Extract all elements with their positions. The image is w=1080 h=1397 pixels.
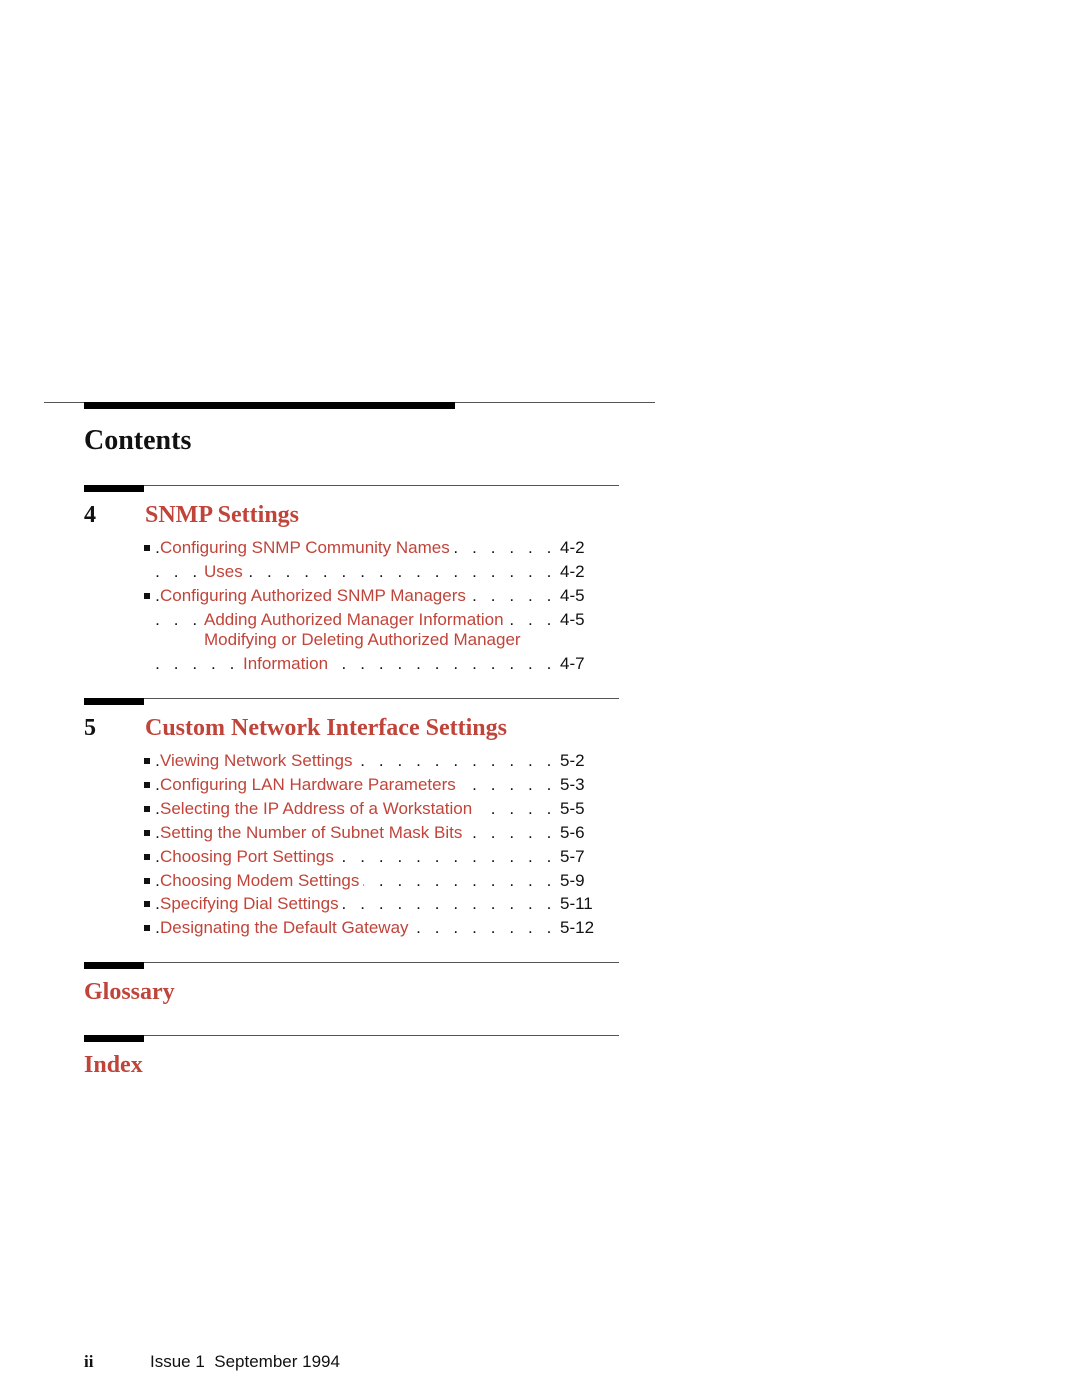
toc-entry-page: 5-2 [560, 751, 585, 770]
toc-entry-page: 4-7 [560, 654, 585, 673]
toc-entry[interactable]: . . . . . . . . . . . . . . . . . . . . … [144, 561, 590, 583]
footer-issue: Issue 1 September 1994 [150, 1352, 340, 1371]
toc-entry-label[interactable]: Uses [204, 561, 247, 583]
chapter-5-rule-bar [84, 698, 144, 705]
toc-entry[interactable]: . . . . . . . . . . . . . . . . . . . . … [144, 870, 590, 892]
toc-entry-page: 5-12 [560, 918, 595, 937]
index-title[interactable]: Index [84, 1052, 143, 1079]
toc-entry-label[interactable]: Setting the Number of Subnet Mask Bits [160, 822, 467, 844]
toc-entry-page: 5-6 [560, 823, 585, 842]
footer-page-number: ii [84, 1352, 94, 1371]
toc-entry-page: 4-5 [560, 610, 585, 629]
chapter-5-number: 5 [84, 715, 96, 741]
toc-entry-label[interactable]: Selecting the IP Address of a Workstatio… [160, 798, 477, 820]
toc-entry-page: 5-7 [560, 847, 585, 866]
toc-entry-label[interactable]: Choosing Port Settings [160, 846, 338, 868]
toc-entry-page: 5-11 [560, 894, 593, 913]
toc-entry-label[interactable]: Information [243, 653, 333, 675]
toc-entry[interactable]: . . . . . . . . . . . . . . . . . . . . … [144, 609, 590, 631]
chapter-4-rule-bar [84, 485, 144, 492]
toc-entry[interactable]: . . . . . . . . . . . . . . . . . . . . … [144, 585, 590, 607]
leader-dots: . . . . . . . . . . . . . . . . . . . . … [144, 654, 556, 673]
glossary-rule-bar [84, 962, 144, 969]
toc-entry[interactable]: . . . . . . . . . . . . . . . . . . . . … [144, 774, 590, 796]
toc-entry-label[interactable]: Configuring SNMP Community Names [160, 537, 454, 559]
toc-entry[interactable]: . . . . . . . . . . . . . . . . . . . . … [144, 750, 590, 772]
glossary-rule [84, 962, 619, 963]
toc-entry[interactable]: . . . . . . . . . . . . . . . . . . . . … [144, 917, 600, 939]
toc-entry-label[interactable]: Choosing Modem Settings [160, 870, 364, 892]
toc-entry-page: 4-5 [560, 586, 585, 605]
glossary-title[interactable]: Glossary [84, 979, 175, 1006]
toc-entry-label[interactable]: Adding Authorized Manager Information [204, 609, 508, 631]
toc-entry-page: 5-5 [560, 799, 585, 818]
toc-entry-label[interactable]: Viewing Network Settings [160, 750, 357, 772]
toc-entry-label[interactable]: Configuring LAN Hardware Parameters [160, 774, 460, 796]
toc-entry-page: 5-3 [560, 775, 585, 794]
toc-entry-page: 4-2 [560, 538, 585, 557]
page-title: Contents [84, 425, 192, 456]
chapter-4-rule [84, 485, 619, 486]
toc-entry[interactable]: . . . . . . . . . . . . . . . . . . . . … [144, 893, 598, 915]
chapter-5-title[interactable]: Custom Network Interface Settings [145, 715, 507, 742]
chapter-5-rule [84, 698, 619, 699]
toc-entry-page: 5-9 [560, 871, 585, 890]
index-rule-bar [84, 1035, 144, 1042]
toc-entry[interactable]: . . . . . . . . . . . . . . . . . . . . … [144, 537, 590, 559]
header-rule-bar [84, 402, 455, 409]
index-rule [84, 1035, 619, 1036]
chapter-4-title[interactable]: SNMP Settings [145, 502, 299, 529]
toc-entry-label[interactable]: Designating the Default Gateway [160, 917, 413, 939]
toc-entry-label-line1[interactable]: Modifying or Deleting Authorized Manager [204, 629, 521, 651]
toc-entry[interactable]: . . . . . . . . . . . . . . . . . . . . … [144, 798, 590, 820]
toc-entry-label[interactable]: Specifying Dial Settings [160, 893, 343, 915]
toc-entry[interactable]: . . . . . . . . . . . . . . . . . . . . … [144, 822, 590, 844]
toc-entry-page: 4-2 [560, 562, 585, 581]
toc-entry[interactable]: . . . . . . . . . . . . . . . . . . . . … [144, 846, 590, 868]
toc-entry-label[interactable]: Configuring Authorized SNMP Managers [160, 585, 470, 607]
chapter-4-number: 4 [84, 502, 96, 528]
toc-entry[interactable]: Modifying or Deleting Authorized Manager… [144, 630, 590, 675]
